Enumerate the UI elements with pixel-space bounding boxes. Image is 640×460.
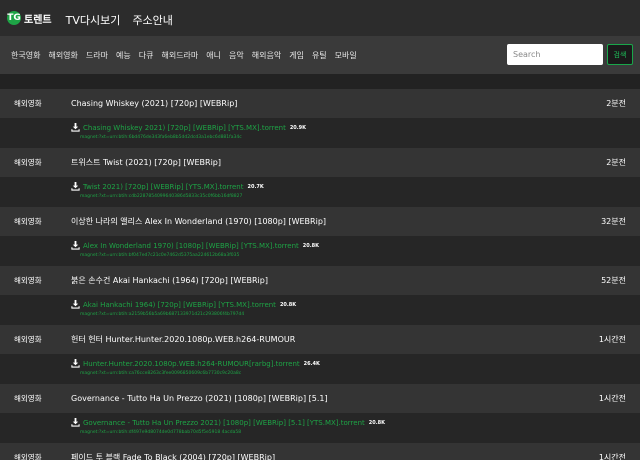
post-title[interactable]: Governance - Tutto Ha Un Prezzo (2021) [… bbox=[71, 394, 328, 403]
torrent-file-link[interactable]: Hunter.Hunter.2020.1080p.WEB.h264-RUMOUR… bbox=[83, 360, 300, 368]
post-category[interactable]: 해외영화 bbox=[14, 393, 42, 404]
post-time: 2분전 bbox=[606, 158, 626, 167]
post-downloads: Akai Hankachi 1964) [720p] [WEBRip] [YTS… bbox=[0, 295, 640, 325]
post-time: 32분전 bbox=[601, 217, 626, 226]
post-title[interactable]: 페이드 투 블랙 Fade To Black (2004) [720p] [WE… bbox=[71, 452, 275, 460]
torrent-download[interactable]: Chasing Whiskey 2021) [720p] [WEBRip] [Y… bbox=[71, 123, 306, 132]
torrent-download[interactable]: Governance - Tutto Ha Un Prezzo 2021) [1… bbox=[71, 418, 385, 427]
file-size: 20.8K bbox=[279, 301, 297, 308]
post-time: 52분전 bbox=[601, 276, 626, 285]
post-downloads: Twist 2021) [720p] [WEBRip] [YTS.MX].tor… bbox=[0, 177, 640, 207]
post-category[interactable]: 해외영화 bbox=[14, 157, 42, 168]
category-bar: 한국영화 해외영화 드라마 예능 다큐 해외드라마 애니 음악 해외음악 게임 … bbox=[0, 36, 640, 74]
category-music[interactable]: 음악 bbox=[229, 50, 244, 61]
magnet-link[interactable]: magnet:?xt=urn:btih:bf047ed7c21c0e7462d5… bbox=[80, 253, 239, 258]
post-category[interactable]: 해외영화 bbox=[14, 275, 42, 286]
torrent-file-link[interactable]: Alex In Wonderland 1970) [1080p] [WEBRip… bbox=[83, 242, 299, 250]
magnet-link[interactable]: magnet:?xt=urn:btih:a2159b56b5a69b687133… bbox=[80, 312, 244, 317]
category-game[interactable]: 게임 bbox=[289, 50, 304, 61]
post-time: 1시간전 bbox=[598, 453, 626, 460]
download-icon bbox=[71, 359, 80, 368]
top-navbar: TG 토렌트 TV다시보기 주소안내 bbox=[0, 0, 640, 36]
post-header: 해외영화 이상한 나라의 앨리스 Alex In Wonderland (197… bbox=[0, 207, 640, 236]
post-header: 해외영화 Governance - Tutto Ha Un Prezzo (20… bbox=[0, 384, 640, 413]
post-title[interactable]: Chasing Whiskey (2021) [720p] [WEBRip] bbox=[71, 99, 237, 108]
category-foreign-music[interactable]: 해외음악 bbox=[252, 50, 281, 61]
torrent-download[interactable]: Hunter.Hunter.2020.1080p.WEB.h264-RUMOUR… bbox=[71, 359, 320, 368]
nav-tv-replay[interactable]: TV다시보기 bbox=[66, 14, 121, 27]
category-foreign-drama[interactable]: 해외드라마 bbox=[161, 50, 198, 61]
download-icon bbox=[71, 241, 80, 250]
file-size: 20.8K bbox=[302, 242, 319, 249]
torrent-file-link[interactable]: Governance - Tutto Ha Un Prezzo 2021) [1… bbox=[83, 419, 365, 427]
download-icon bbox=[71, 300, 80, 309]
file-size: 20.9K bbox=[289, 124, 307, 131]
post-category[interactable]: 해외영화 bbox=[14, 452, 42, 460]
magnet-link[interactable]: magnet:?xt=urn:btih:6bd476de343fa6eb8b5d… bbox=[80, 135, 242, 140]
post-category[interactable]: 해외영화 bbox=[14, 334, 42, 345]
post-title[interactable]: 붉은 손수건 Akai Hankachi (1964) [720p] [WEBR… bbox=[71, 275, 268, 286]
torrent-download[interactable]: Alex In Wonderland 1970) [1080p] [WEBRip… bbox=[71, 241, 319, 250]
nav-address-info[interactable]: 주소안내 bbox=[132, 14, 172, 27]
category-variety[interactable]: 예능 bbox=[116, 50, 131, 61]
post-time: 1시간전 bbox=[598, 394, 626, 403]
category-korean-movie[interactable]: 한국영화 bbox=[11, 50, 40, 61]
post-header: 해외영화 Chasing Whiskey (2021) [720p] [WEBR… bbox=[0, 89, 640, 118]
post-time: 2분전 bbox=[606, 99, 626, 108]
post-category[interactable]: 해외영화 bbox=[14, 216, 42, 227]
file-size: 20.7K bbox=[247, 183, 264, 190]
download-icon bbox=[71, 123, 80, 132]
post-title[interactable]: 헌터 헌터 Hunter.Hunter.2020.1080p.WEB.h264-… bbox=[71, 334, 295, 345]
site-logo[interactable]: TG bbox=[7, 11, 21, 25]
torrent-file-link[interactable]: Chasing Whiskey 2021) [720p] [WEBRip] [Y… bbox=[83, 124, 286, 132]
post-category[interactable]: 해외영화 bbox=[14, 98, 42, 109]
post-time: 1시간전 bbox=[598, 335, 626, 344]
file-size: 26.4K bbox=[303, 360, 320, 367]
file-size: 20.8K bbox=[368, 419, 385, 426]
category-mobile[interactable]: 모바일 bbox=[335, 50, 357, 61]
post-header: 해외영화 붉은 손수건 Akai Hankachi (1964) [720p] … bbox=[0, 266, 640, 295]
download-icon bbox=[71, 182, 80, 191]
post-downloads: Chasing Whiskey 2021) [720p] [WEBRip] [Y… bbox=[0, 118, 640, 148]
top-nav: TV다시보기 주소안내 bbox=[66, 9, 180, 28]
brand-link[interactable]: 토렌트 bbox=[24, 11, 52, 26]
category-foreign-movie[interactable]: 해외영화 bbox=[48, 50, 77, 61]
search-button[interactable]: 검색 bbox=[607, 44, 633, 65]
magnet-link[interactable]: magnet:?xt=urn:btih:df497e9d8074de0d778b… bbox=[80, 430, 241, 435]
download-icon bbox=[71, 418, 80, 427]
category-documentary[interactable]: 다큐 bbox=[139, 50, 154, 61]
magnet-link[interactable]: magnet:?xt=urn:btih:cdb2287854099640386d… bbox=[80, 194, 242, 199]
post-title[interactable]: 트위스트 Twist (2021) [720p] [WEBRip] bbox=[71, 157, 221, 168]
search-input[interactable] bbox=[507, 44, 603, 65]
category-animation[interactable]: 애니 bbox=[206, 50, 221, 61]
post-header: 해외영화 트위스트 Twist (2021) [720p] [WEBRip] 2… bbox=[0, 148, 640, 177]
post-header: 해외영화 헌터 헌터 Hunter.Hunter.2020.1080p.WEB.… bbox=[0, 325, 640, 354]
torrent-download[interactable]: Akai Hankachi 1964) [720p] [WEBRip] [YTS… bbox=[71, 300, 296, 309]
torrent-list: 해외영화 Chasing Whiskey (2021) [720p] [WEBR… bbox=[0, 89, 640, 460]
post-header: 해외영화 페이드 투 블랙 Fade To Black (2004) [720p… bbox=[0, 443, 640, 460]
category-drama[interactable]: 드라마 bbox=[86, 50, 108, 61]
post-title[interactable]: 이상한 나라의 앨리스 Alex In Wonderland (1970) [1… bbox=[71, 216, 326, 227]
torrent-download[interactable]: Twist 2021) [720p] [WEBRip] [YTS.MX].tor… bbox=[71, 182, 264, 191]
magnet-link[interactable]: magnet:?xt=urn:btih:ca76cce8263c3fee0096… bbox=[80, 371, 241, 376]
category-utility[interactable]: 유틸 bbox=[312, 50, 327, 61]
post-downloads: Alex In Wonderland 1970) [1080p] [WEBRip… bbox=[0, 236, 640, 266]
post-downloads: Governance - Tutto Ha Un Prezzo 2021) [1… bbox=[0, 413, 640, 443]
post-downloads: Hunter.Hunter.2020.1080p.WEB.h264-RUMOUR… bbox=[0, 354, 640, 384]
torrent-file-link[interactable]: Akai Hankachi 1964) [720p] [WEBRip] [YTS… bbox=[83, 301, 276, 309]
torrent-file-link[interactable]: Twist 2021) [720p] [WEBRip] [YTS.MX].tor… bbox=[83, 183, 244, 191]
